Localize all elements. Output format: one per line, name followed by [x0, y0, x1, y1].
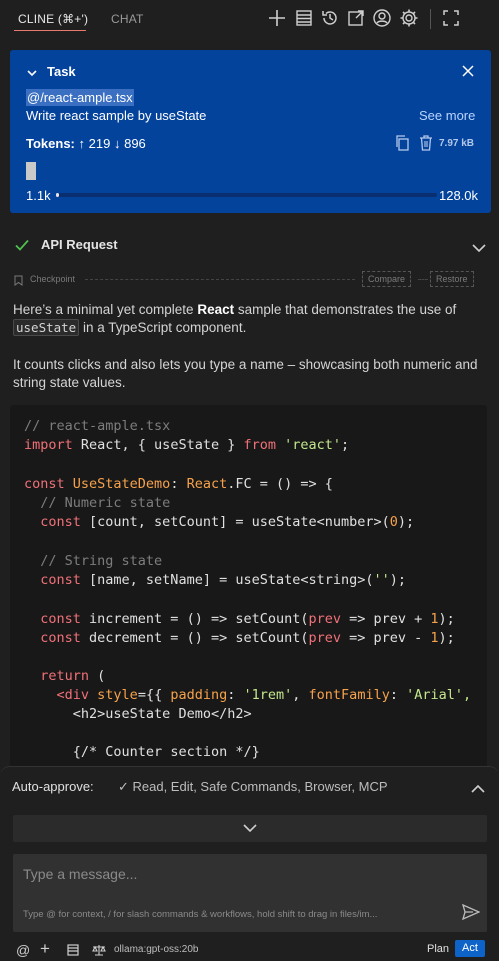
code-line: // Numeric state	[24, 495, 171, 511]
response-paragraph: It counts clicks and also lets you type …	[13, 357, 478, 390]
active-tab-underline	[14, 30, 86, 31]
chevron-up-icon[interactable]	[471, 781, 485, 793]
toolbar-separator	[430, 9, 431, 29]
code-line: {/* Counter section */}	[72, 744, 260, 760]
context-used: 1.1k	[26, 188, 51, 203]
inline-code: useState	[13, 319, 80, 336]
tokens-in: 219	[88, 136, 111, 151]
task-title[interactable]: Task	[47, 64, 76, 79]
see-more-link[interactable]: See more	[419, 108, 475, 123]
text: sample that demonstrates the use of	[234, 302, 457, 317]
compare-button[interactable]: Compare	[362, 271, 412, 287]
context-window-fill	[56, 193, 60, 197]
bookmark-icon	[14, 273, 23, 286]
top-bar: CLINE (⌘+') CHAT	[0, 0, 499, 38]
checkpoint-label: Checkpoint	[30, 274, 76, 284]
auto-approve-label: Auto-approve:	[12, 779, 94, 794]
plan-mode-button[interactable]: Plan	[427, 943, 449, 955]
checkpoint-divider	[418, 279, 428, 280]
task-card: Task @/react-ample.tsx Write react sampl…	[10, 50, 491, 213]
code-line: const [count, setCount] = useState<numbe…	[40, 514, 415, 530]
add-button[interactable]: +	[40, 939, 50, 959]
scale-icon[interactable]	[92, 943, 106, 959]
tokens-out: 896	[124, 136, 146, 151]
arrow-up-icon: ↑	[78, 136, 86, 151]
gear-icon[interactable]	[399, 8, 419, 28]
chevron-down-icon[interactable]	[26, 66, 38, 78]
auto-approve-value[interactable]: ✓ Read, Edit, Safe Commands, Browser, MC…	[118, 779, 388, 795]
check-icon	[14, 237, 30, 253]
code-line: <div style={{ padding: '1rem', fontFamil…	[56, 687, 472, 703]
tab-cline[interactable]: CLINE (⌘+')	[18, 12, 88, 26]
history-icon[interactable]	[320, 8, 340, 28]
message-placeholder[interactable]: Type a message...	[23, 866, 137, 882]
context-max: 128.0k	[439, 188, 479, 203]
text: in a TypeScript component.	[79, 320, 247, 335]
text: Here’s a minimal yet complete	[13, 302, 198, 317]
input-hint: Type @ for context, / for slash commands…	[23, 909, 378, 920]
server-icon[interactable]	[294, 8, 314, 28]
message-input[interactable]: Type a message... Type @ for context, / …	[13, 854, 487, 932]
context-window-bar	[56, 193, 437, 197]
code-line: // react-ample.tsx	[24, 418, 171, 434]
file-mention[interactable]: @/react-ample.tsx	[26, 89, 134, 106]
code-line: import React, { useState } from 'react';	[24, 437, 350, 453]
code-line: <h2>useState Demo</h2>	[72, 706, 252, 722]
arrow-down-icon: ↓	[113, 136, 121, 151]
token-usage: Tokens: ↑ 219 ↓ 896	[26, 136, 146, 151]
checkpoint-divider	[85, 279, 355, 280]
trash-icon[interactable]	[418, 134, 434, 152]
code-line: const decrement = () => setCount(prev =>…	[40, 630, 455, 646]
scroll-to-bottom-button[interactable]	[13, 815, 487, 842]
close-icon[interactable]	[461, 64, 475, 78]
context-indicator	[26, 162, 36, 180]
bold-text: React	[197, 302, 235, 317]
account-icon[interactable]	[372, 8, 392, 28]
task-description: Write react sample by useState	[26, 108, 207, 123]
api-request-title[interactable]: API Request	[41, 237, 118, 252]
chevron-down-icon[interactable]	[472, 240, 486, 253]
code-line: const increment = () => setCount(prev =>…	[40, 611, 455, 627]
act-mode-button[interactable]: Act	[455, 940, 485, 957]
chevron-down-icon	[243, 824, 257, 833]
tab-chat[interactable]: CHAT	[111, 12, 144, 26]
response-paragraph: Here’s a minimal yet complete React samp…	[13, 301, 487, 337]
restore-button[interactable]: Restore	[430, 271, 474, 287]
server-icon[interactable]	[67, 943, 79, 959]
copy-icon[interactable]	[394, 134, 410, 152]
at-mention-button[interactable]: @	[16, 942, 30, 958]
send-icon[interactable]	[461, 903, 481, 921]
popout-icon[interactable]	[346, 8, 366, 28]
auto-approve-bar[interactable]: Auto-approve: ✓ Read, Edit, Safe Command…	[0, 766, 499, 806]
tokens-label: Tokens:	[26, 136, 75, 151]
task-size: 7.97 kB	[439, 138, 475, 149]
fullscreen-icon[interactable]	[441, 8, 461, 28]
bottom-bar: @ + ollama:gpt-oss:20b Plan Act	[0, 937, 499, 961]
code-block: // react-ample.tsx import React, { useSt…	[10, 405, 487, 770]
plus-icon[interactable]	[267, 8, 287, 28]
model-selector[interactable]: ollama:gpt-oss:20b	[114, 944, 199, 955]
code-line: const UseStateDemo: React.FC = () => {	[24, 476, 333, 492]
code-line: // String state	[24, 553, 163, 569]
code-line: return (	[40, 668, 106, 684]
code-line: const [name, setName] = useState<string>…	[40, 572, 407, 588]
